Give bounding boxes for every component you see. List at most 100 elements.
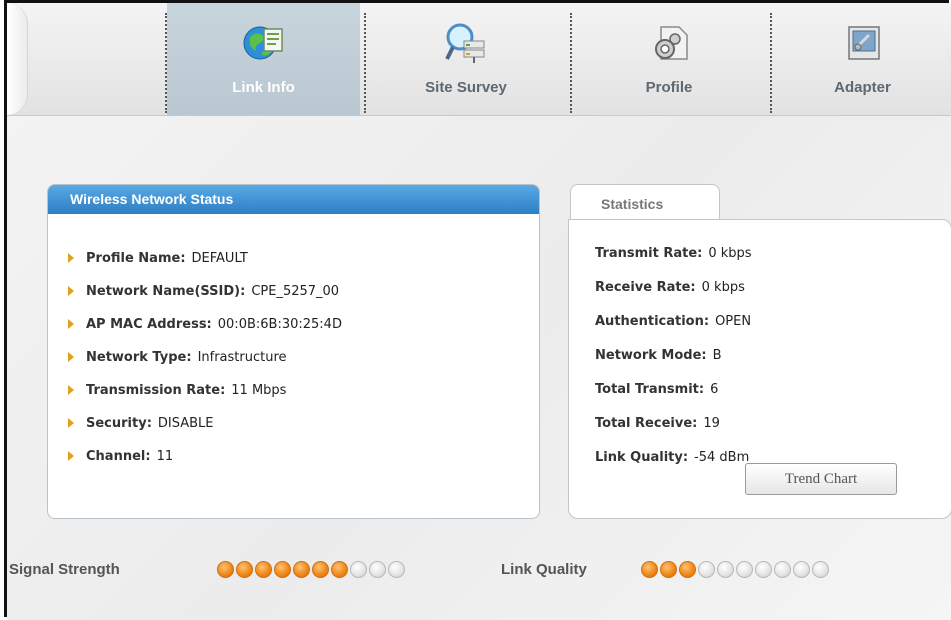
magnifier-network-icon xyxy=(444,21,488,65)
arrow-bullet-icon xyxy=(68,450,74,461)
status-item-profile-name: Profile Name: DEFAULT xyxy=(68,251,342,284)
stat-value: 0 kbps xyxy=(708,246,752,261)
link-info-content: Wireless Network Status Profile Name: DEF… xyxy=(7,116,951,620)
signal-strength-label: Signal Strength xyxy=(9,561,120,578)
status-value: Infrastructure xyxy=(197,350,287,365)
status-value: DISABLE xyxy=(157,416,214,431)
stat-authentication: Authentication: OPEN xyxy=(595,314,752,348)
status-value: CPE_5257_00 xyxy=(251,284,340,299)
stat-value: 19 xyxy=(703,416,720,431)
wireless-status-panel: Wireless Network Status Profile Name: DEF… xyxy=(47,184,540,519)
trend-chart-button[interactable]: Trend Chart xyxy=(745,463,897,495)
gear-document-icon xyxy=(647,21,691,65)
arrow-bullet-icon xyxy=(68,285,74,296)
wireless-status-list: Profile Name: DEFAULT Network Name(SSID):… xyxy=(68,251,342,482)
status-key: Transmission Rate: xyxy=(86,383,226,398)
stat-total-receive: Total Receive: 19 xyxy=(595,416,752,450)
status-item-network-type: Network Type: Infrastructure xyxy=(68,350,342,383)
stat-key: Total Transmit: xyxy=(595,382,705,397)
stat-key: Authentication: xyxy=(595,314,710,329)
status-item-ap-mac: AP MAC Address: 00:0B:6B:30:25:4D xyxy=(68,317,342,350)
toolbar-separator xyxy=(570,13,572,113)
signal-strength-dot-on xyxy=(236,561,253,578)
arrow-bullet-icon xyxy=(68,384,74,395)
stat-value: 6 xyxy=(710,382,719,397)
signal-strength-dot-on xyxy=(293,561,310,578)
link-quality-meter xyxy=(641,561,829,578)
link-quality-dot-off xyxy=(698,561,715,578)
signal-strength-meter xyxy=(217,561,405,578)
status-item-transmission-rate: Transmission Rate: 11 Mbps xyxy=(68,383,342,416)
tab-site-survey[interactable]: Site Survey xyxy=(367,3,565,115)
tab-label: Link Info xyxy=(232,79,295,96)
tab-adapter[interactable]: Adapter xyxy=(773,3,951,115)
status-key: Security: xyxy=(86,416,152,431)
stat-value: 0 kbps xyxy=(701,280,745,295)
status-key: Network Type: xyxy=(86,350,192,365)
status-item-channel: Channel: 11 xyxy=(68,449,342,482)
top-toolbar: Link Info Site Survey Profile Adapter xyxy=(7,3,951,116)
toolbar-left-edge xyxy=(7,3,28,115)
status-item-ssid: Network Name(SSID): CPE_5257_00 xyxy=(68,284,342,317)
stat-value: -54 dBm xyxy=(694,450,750,465)
link-quality-dot-off xyxy=(812,561,829,578)
signal-strength-dot-off xyxy=(369,561,386,578)
statistics-panel: Transmit Rate: 0 kbps Receive Rate: 0 kbps… xyxy=(568,219,951,519)
signal-strength-dot-on xyxy=(312,561,329,578)
signal-strength-dot-off xyxy=(388,561,405,578)
tab-link-info[interactable]: Link Info xyxy=(167,3,360,115)
link-quality-dot-off xyxy=(793,561,810,578)
signal-strength-dot-on xyxy=(217,561,234,578)
link-quality-dot-on xyxy=(679,561,696,578)
stat-key: Link Quality: xyxy=(595,450,689,465)
status-value: 11 xyxy=(156,449,174,464)
statistics-list: Transmit Rate: 0 kbps Receive Rate: 0 kbps… xyxy=(595,246,752,484)
stat-link-quality: Link Quality: -54 dBm xyxy=(595,450,752,484)
adapter-card-icon xyxy=(841,21,885,65)
link-quality-dot-on xyxy=(660,561,677,578)
arrow-bullet-icon xyxy=(68,351,74,362)
arrow-bullet-icon xyxy=(68,417,74,428)
tab-profile[interactable]: Profile xyxy=(573,3,765,115)
link-quality-dot-off xyxy=(774,561,791,578)
status-value: 11 Mbps xyxy=(231,383,287,398)
signal-strength-dot-off xyxy=(350,561,367,578)
stat-value: OPEN xyxy=(715,314,752,329)
tab-statistics[interactable]: Statistics xyxy=(570,184,720,220)
arrow-bullet-icon xyxy=(68,318,74,329)
link-quality-dot-off xyxy=(736,561,753,578)
globe-document-icon xyxy=(242,21,286,65)
link-quality-dot-off xyxy=(717,561,734,578)
stat-key: Transmit Rate: xyxy=(595,246,703,261)
stat-value: B xyxy=(712,348,722,363)
stat-total-transmit: Total Transmit: 6 xyxy=(595,382,752,416)
link-quality-label: Link Quality xyxy=(501,561,587,578)
signal-strength-dot-on xyxy=(255,561,272,578)
stat-transmit-rate: Transmit Rate: 0 kbps xyxy=(595,246,752,280)
arrow-bullet-icon xyxy=(68,252,74,263)
status-item-security: Security: DISABLE xyxy=(68,416,342,449)
tab-label: Profile xyxy=(645,79,693,96)
wireless-status-title: Wireless Network Status xyxy=(48,185,539,214)
link-quality-dot-off xyxy=(755,561,772,578)
tab-label: Site Survey xyxy=(425,79,507,96)
stat-key: Receive Rate: xyxy=(595,280,696,295)
status-key: AP MAC Address: xyxy=(86,317,212,332)
app-window: Link Info Site Survey Profile Adapter Wi… xyxy=(4,0,951,620)
stat-receive-rate: Receive Rate: 0 kbps xyxy=(595,280,752,314)
signal-strength-dot-on xyxy=(331,561,348,578)
indicator-bar: Signal Strength Link Quality xyxy=(7,557,951,597)
toolbar-separator xyxy=(364,13,366,113)
stat-network-mode: Network Mode: B xyxy=(595,348,752,382)
tab-label: Adapter xyxy=(834,79,891,96)
stat-key: Total Receive: xyxy=(595,416,698,431)
toolbar-separator xyxy=(770,13,772,113)
status-key: Network Name(SSID): xyxy=(86,284,246,299)
link-quality-dot-on xyxy=(641,561,658,578)
status-key: Channel: xyxy=(86,449,151,464)
signal-strength-dot-on xyxy=(274,561,291,578)
status-key: Profile Name: xyxy=(86,251,186,266)
stat-key: Network Mode: xyxy=(595,348,707,363)
status-value: DEFAULT xyxy=(191,251,248,266)
status-value: 00:0B:6B:30:25:4D xyxy=(217,317,342,332)
